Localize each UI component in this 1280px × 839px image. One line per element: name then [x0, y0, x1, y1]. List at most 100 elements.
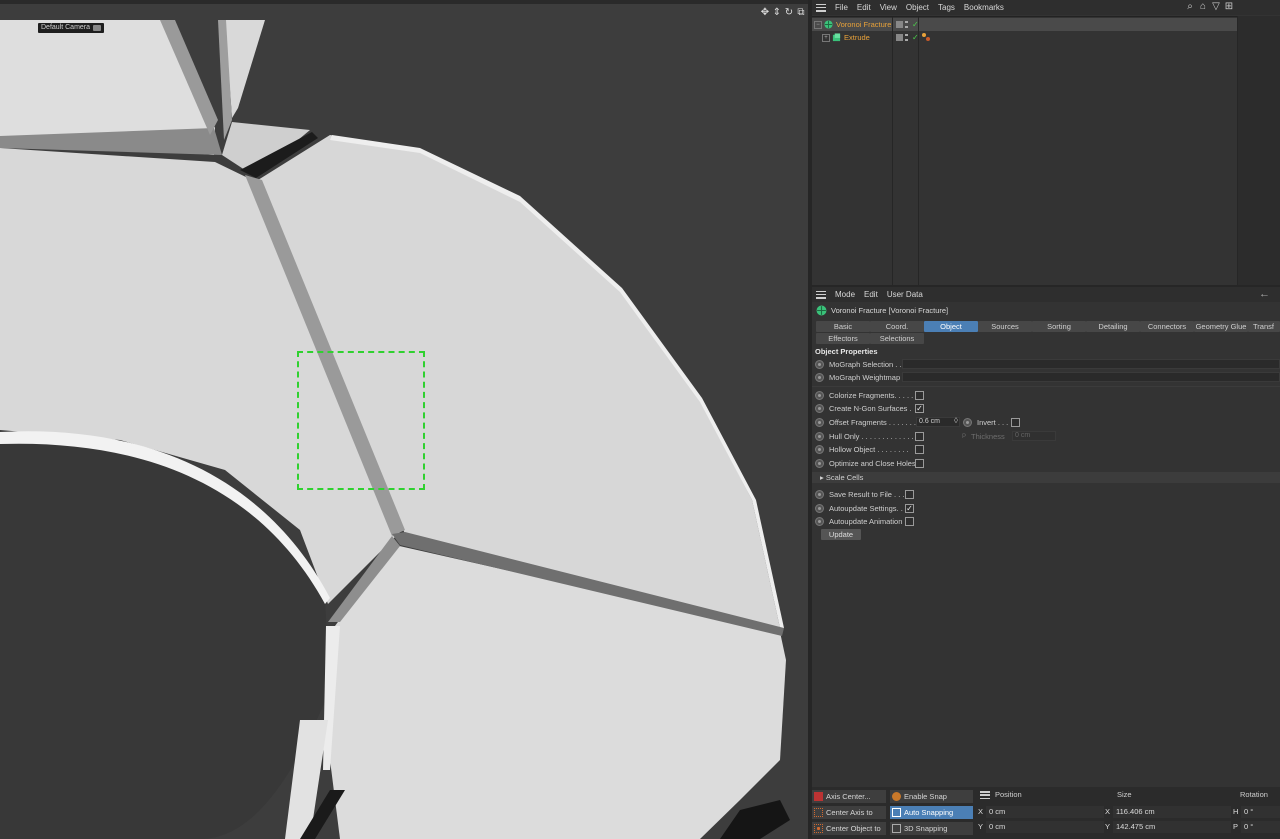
move-view-icon[interactable]: ✥	[760, 8, 770, 18]
stepper-icon[interactable]: ◊	[954, 416, 958, 425]
hamburger-icon[interactable]	[980, 791, 990, 799]
animate-radio-icon[interactable]	[815, 360, 824, 369]
create-ngon-checkbox[interactable]: ✓	[915, 404, 924, 413]
camera-label[interactable]: Default Camera	[38, 23, 105, 33]
hamburger-icon[interactable]	[816, 290, 826, 299]
tab-sources[interactable]: Sources	[978, 321, 1032, 332]
column-divider	[918, 17, 919, 286]
animate-radio-icon[interactable]	[815, 445, 824, 454]
prop-colorize-fragments: Colorize Fragments. . . . .	[812, 389, 913, 402]
pos-y-axis: Y	[978, 822, 984, 831]
menu-mode[interactable]: Mode	[835, 290, 855, 299]
animate-radio-icon[interactable]	[815, 432, 824, 441]
3d-snapping-button[interactable]: 3D Snapping	[890, 822, 973, 835]
prop-optimize-holes: Optimize and Close Holes	[812, 457, 916, 470]
animate-radio-icon[interactable]	[815, 459, 824, 468]
prop-autoupdate-animation: Autoupdate Animation	[812, 515, 902, 528]
menu-bookmarks[interactable]: Bookmarks	[964, 3, 1004, 12]
tab-effectors[interactable]: Effectors	[816, 333, 870, 344]
prop-label: Optimize and Close Holes	[829, 459, 916, 468]
update-button[interactable]: Update	[821, 529, 861, 540]
hollow-object-checkbox[interactable]	[915, 445, 924, 454]
rot-p-input[interactable]: 0 °	[1241, 821, 1280, 833]
tab-connectors[interactable]: Connectors	[1140, 321, 1194, 332]
menu-object[interactable]: Object	[906, 3, 929, 12]
save-result-checkbox[interactable]	[905, 490, 914, 499]
colorize-fragments-checkbox[interactable]	[915, 391, 924, 400]
hull-only-checkbox[interactable]	[915, 432, 924, 441]
prop-label: Save Result to File . . . .	[829, 490, 909, 499]
menu-edit[interactable]: Edit	[864, 290, 878, 299]
size-x-input[interactable]: 116.406 cm	[1113, 806, 1231, 818]
maximize-view-icon[interactable]: ⧉	[796, 8, 806, 18]
back-arrow-icon[interactable]: ←	[1259, 289, 1270, 300]
menu-user-data[interactable]: User Data	[887, 290, 923, 299]
expand-icon[interactable]: +	[822, 33, 830, 42]
pos-y-input[interactable]: 0 cm	[986, 821, 1104, 833]
animate-radio-icon[interactable]	[815, 404, 824, 413]
invert-checkbox[interactable]	[1011, 418, 1020, 427]
visibility-dots-icon[interactable]	[905, 21, 910, 28]
tab-selections[interactable]: Selections	[870, 333, 924, 344]
autoupdate-settings-checkbox[interactable]: ✓	[905, 504, 914, 513]
home-icon[interactable]: ⌂	[1198, 2, 1208, 12]
rot-h-input[interactable]: 0 °	[1241, 806, 1280, 818]
rot-h-axis: H	[1233, 807, 1239, 816]
hamburger-icon[interactable]	[816, 3, 826, 12]
size-y-input[interactable]: 142.475 cm	[1113, 821, 1231, 833]
auto-snapping-button[interactable]: Auto Snapping	[890, 806, 973, 819]
prop-label: Autoupdate Animation	[829, 517, 903, 526]
menu-tags[interactable]: Tags	[938, 3, 955, 12]
new-window-icon[interactable]: ⊞	[1224, 2, 1234, 12]
object-row-voronoi[interactable]: − Voronoi Fracture ✓	[812, 18, 1238, 31]
button-label: Center Axis to	[826, 808, 873, 817]
tab-basic[interactable]: Basic	[816, 321, 870, 332]
filter-icon[interactable]: ▽	[1211, 2, 1221, 12]
tag-icon[interactable]	[922, 33, 930, 41]
optimize-holes-checkbox[interactable]	[915, 459, 924, 468]
menu-view[interactable]: View	[880, 3, 897, 12]
scale-cells-section[interactable]: ▸ Scale Cells	[812, 472, 1280, 483]
dolly-view-icon[interactable]: ⇕	[772, 8, 782, 18]
mograph-weightmap-field[interactable]	[902, 372, 1280, 382]
object-flags: ✓	[896, 33, 919, 42]
collapse-icon[interactable]: −	[814, 20, 822, 29]
tab-object[interactable]: Object	[924, 321, 978, 332]
animate-radio-icon[interactable]	[963, 418, 972, 427]
center-object-button[interactable]: Center Object to	[812, 822, 886, 835]
object-row-extrude[interactable]: + Extrude ✓	[812, 31, 1238, 44]
layer-flag-icon[interactable]	[896, 34, 903, 41]
axis-center-button[interactable]: Axis Center...	[812, 790, 886, 803]
viewport-3d[interactable]: Default Camera ✥ ⇕ ↻ ⧉	[0, 0, 808, 839]
tab-geometry-glue[interactable]: Geometry Glue	[1194, 321, 1248, 332]
mograph-selection-field[interactable]	[902, 359, 1280, 369]
center-axis-icon	[814, 808, 823, 817]
center-axis-button[interactable]: Center Axis to	[812, 806, 886, 819]
animate-radio-icon[interactable]	[815, 490, 824, 499]
autoupdate-animation-checkbox[interactable]	[905, 517, 914, 526]
object-name[interactable]: Voronoi Fracture	[836, 20, 894, 29]
tab-detailing[interactable]: Detailing	[1086, 321, 1140, 332]
animate-radio-icon[interactable]	[815, 373, 824, 382]
prop-offset-fragments: Offset Fragments . . . . . . .	[812, 416, 916, 429]
tab-sorting[interactable]: Sorting	[1032, 321, 1086, 332]
animate-radio-icon[interactable]	[815, 504, 824, 513]
coordinates-panel: Axis Center... Center Axis to Center Obj…	[812, 787, 1280, 839]
animate-radio-icon[interactable]	[815, 391, 824, 400]
pos-x-input[interactable]: 0 cm	[986, 806, 1104, 818]
enable-snap-button[interactable]: Enable Snap	[890, 790, 973, 803]
menu-file[interactable]: File	[835, 3, 848, 12]
visibility-dots-icon[interactable]	[905, 34, 910, 41]
tab-bar: Basic Coord. Object Sources Sorting Deta…	[812, 319, 1280, 345]
menu-edit[interactable]: Edit	[857, 3, 871, 12]
tab-coord[interactable]: Coord.	[870, 321, 924, 332]
rotate-view-icon[interactable]: ↻	[784, 8, 794, 18]
search-icon[interactable]: ⌕	[1185, 2, 1195, 12]
animate-radio-icon[interactable]	[815, 517, 824, 526]
prop-save-result: Save Result to File . . . .	[812, 488, 909, 501]
animate-radio-icon[interactable]	[815, 418, 824, 427]
layer-flag-icon[interactable]	[896, 21, 903, 28]
object-name[interactable]: Extrude	[844, 33, 894, 42]
object-list[interactable]: − Voronoi Fracture ✓ + Extrude ✓	[812, 16, 1238, 286]
tab-transform[interactable]: Transf	[1248, 321, 1280, 332]
